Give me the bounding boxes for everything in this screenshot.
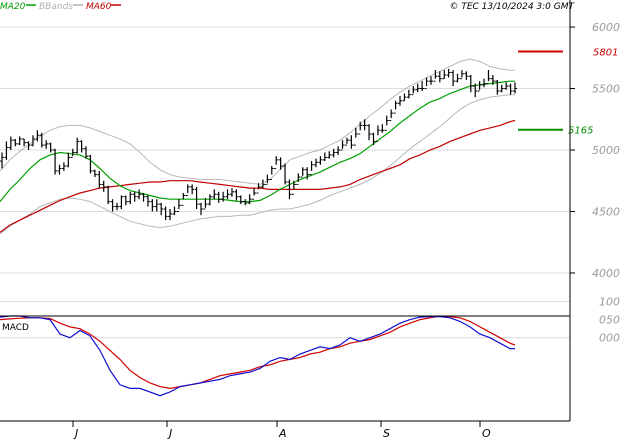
macd-tick-label: 000 [599,332,620,345]
y-tick-label: 6000 [592,21,620,34]
resistance-label: 5801 [593,48,618,59]
legend-ma60-label: MA60 [86,2,112,12]
x-tick-label: O [482,427,491,440]
macd-tick-label: 050 [599,314,620,327]
chart-background [0,0,627,440]
macd-tick-label: 100 [599,296,620,309]
x-tick-label: S [383,427,390,440]
x-tick-label: A [278,427,287,440]
legend-ma20-label: MA20 [0,2,26,12]
y-tick-label: 4500 [592,205,620,218]
chart: MA20 BBands MA60 © TEC 13/10/2024 3:0 GM… [0,0,627,440]
copyright-source: © TEC 13/10/2024 3:0 GMT [449,2,575,12]
legend: MA20 BBands MA60 [0,2,121,12]
support-label: 5165 [568,126,593,137]
macd-title: MACD [2,323,29,333]
y-tick-label: 5500 [592,83,620,96]
legend-bbands-label: BBands [39,2,73,12]
y-tick-label: 5000 [592,144,620,157]
y-tick-label: 4000 [592,267,620,280]
